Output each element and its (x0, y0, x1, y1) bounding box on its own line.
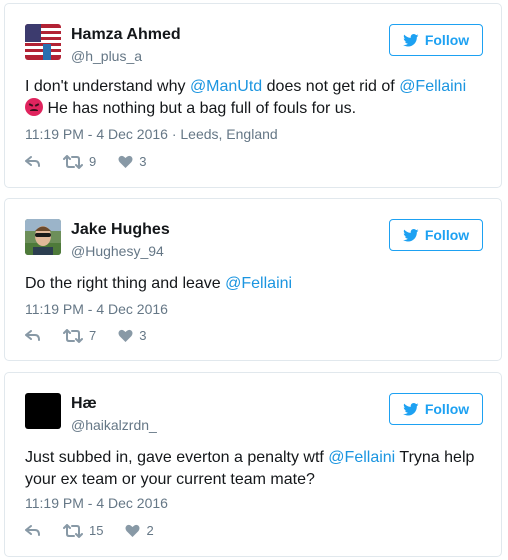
avatar[interactable] (25, 219, 61, 255)
mention-link[interactable]: @Fellaini (328, 449, 395, 466)
tweet-card: Jake Hughes @Hughesy_94 Follow Do the ri… (4, 198, 502, 361)
heart-icon (118, 329, 133, 342)
avatar[interactable] (25, 24, 61, 60)
retweet-count: 7 (89, 328, 97, 343)
twitter-bird-icon (402, 402, 419, 415)
user-handle[interactable]: @h_plus_a (71, 48, 142, 64)
retweet-icon (63, 154, 83, 169)
reply-button[interactable] (25, 329, 41, 343)
follow-button[interactable]: Follow (389, 393, 483, 425)
like-count: 2 (146, 523, 154, 538)
tweet-text: Do the right thing and leave @Fellaini (25, 273, 481, 295)
tweet-actions: 15 2 (25, 523, 176, 538)
retweet-button[interactable]: 7 (63, 328, 96, 343)
user-name[interactable]: Hamza Ahmed (71, 26, 181, 44)
mention-link[interactable]: @ManUtd (190, 78, 262, 95)
text-segment: He has nothing but a bag full of fouls f… (47, 100, 357, 117)
timestamp[interactable]: 11:19 PM - 4 Dec 2016 · Leeds, England (25, 126, 278, 142)
reply-icon (25, 524, 40, 536)
twitter-bird-icon (402, 33, 419, 46)
tweet-card: Hæ @haikalzrdn_ Follow Just subbed in, g… (4, 372, 502, 557)
retweet-icon (63, 523, 83, 538)
tweet-text: I don't understand why @ManUtd does not … (25, 76, 481, 120)
tweet-card: Hamza Ahmed @h_plus_a Follow I don't und… (4, 3, 502, 188)
follow-label: Follow (424, 401, 470, 417)
text-segment: Do the right thing and leave (25, 275, 226, 292)
tweet-actions: 9 3 (25, 154, 168, 169)
twitter-bird-icon (402, 228, 419, 241)
user-handle[interactable]: @haikalzrdn_ (71, 417, 157, 433)
angry-face-icon (25, 98, 43, 116)
like-count: 3 (139, 154, 147, 169)
like-button[interactable]: 3 (118, 328, 146, 343)
retweet-button[interactable]: 9 (63, 154, 96, 169)
like-button[interactable]: 2 (125, 523, 154, 538)
user-name[interactable]: Jake Hughes (71, 221, 170, 239)
timestamp[interactable]: 11:19 PM - 4 Dec 2016 (25, 495, 168, 511)
follow-label: Follow (424, 227, 470, 243)
reply-icon (25, 155, 40, 167)
tweet-text: Just subbed in, gave everton a penalty w… (25, 447, 481, 491)
text-segment: Just subbed in, gave everton a penalty w… (25, 449, 329, 466)
user-name[interactable]: Hæ (71, 395, 97, 413)
reply-icon (25, 329, 40, 341)
mention-link[interactable]: @Fellaini (399, 78, 466, 95)
timestamp[interactable]: 11:19 PM - 4 Dec 2016 (25, 301, 168, 317)
retweet-icon (63, 328, 83, 343)
retweet-count: 15 (89, 523, 104, 538)
follow-button[interactable]: Follow (389, 219, 483, 251)
reply-button[interactable] (25, 524, 41, 538)
heart-icon (125, 524, 140, 537)
follow-button[interactable]: Follow (389, 24, 483, 56)
avatar[interactable] (25, 393, 61, 429)
text-segment: I don't understand why (25, 78, 190, 95)
reply-button[interactable] (25, 155, 41, 169)
mention-link[interactable]: @Fellaini (225, 275, 292, 292)
user-handle[interactable]: @Hughesy_94 (71, 243, 164, 259)
heart-icon (118, 155, 133, 168)
avatar-photo-image (25, 219, 61, 255)
retweet-count: 9 (89, 154, 97, 169)
like-button[interactable]: 3 (118, 154, 146, 169)
retweet-button[interactable]: 15 (63, 523, 103, 538)
avatar-flag-image (25, 24, 61, 60)
like-count: 3 (139, 328, 147, 343)
follow-label: Follow (424, 32, 470, 48)
tweet-actions: 7 3 (25, 328, 168, 343)
text-segment: does not get rid of (262, 78, 400, 95)
